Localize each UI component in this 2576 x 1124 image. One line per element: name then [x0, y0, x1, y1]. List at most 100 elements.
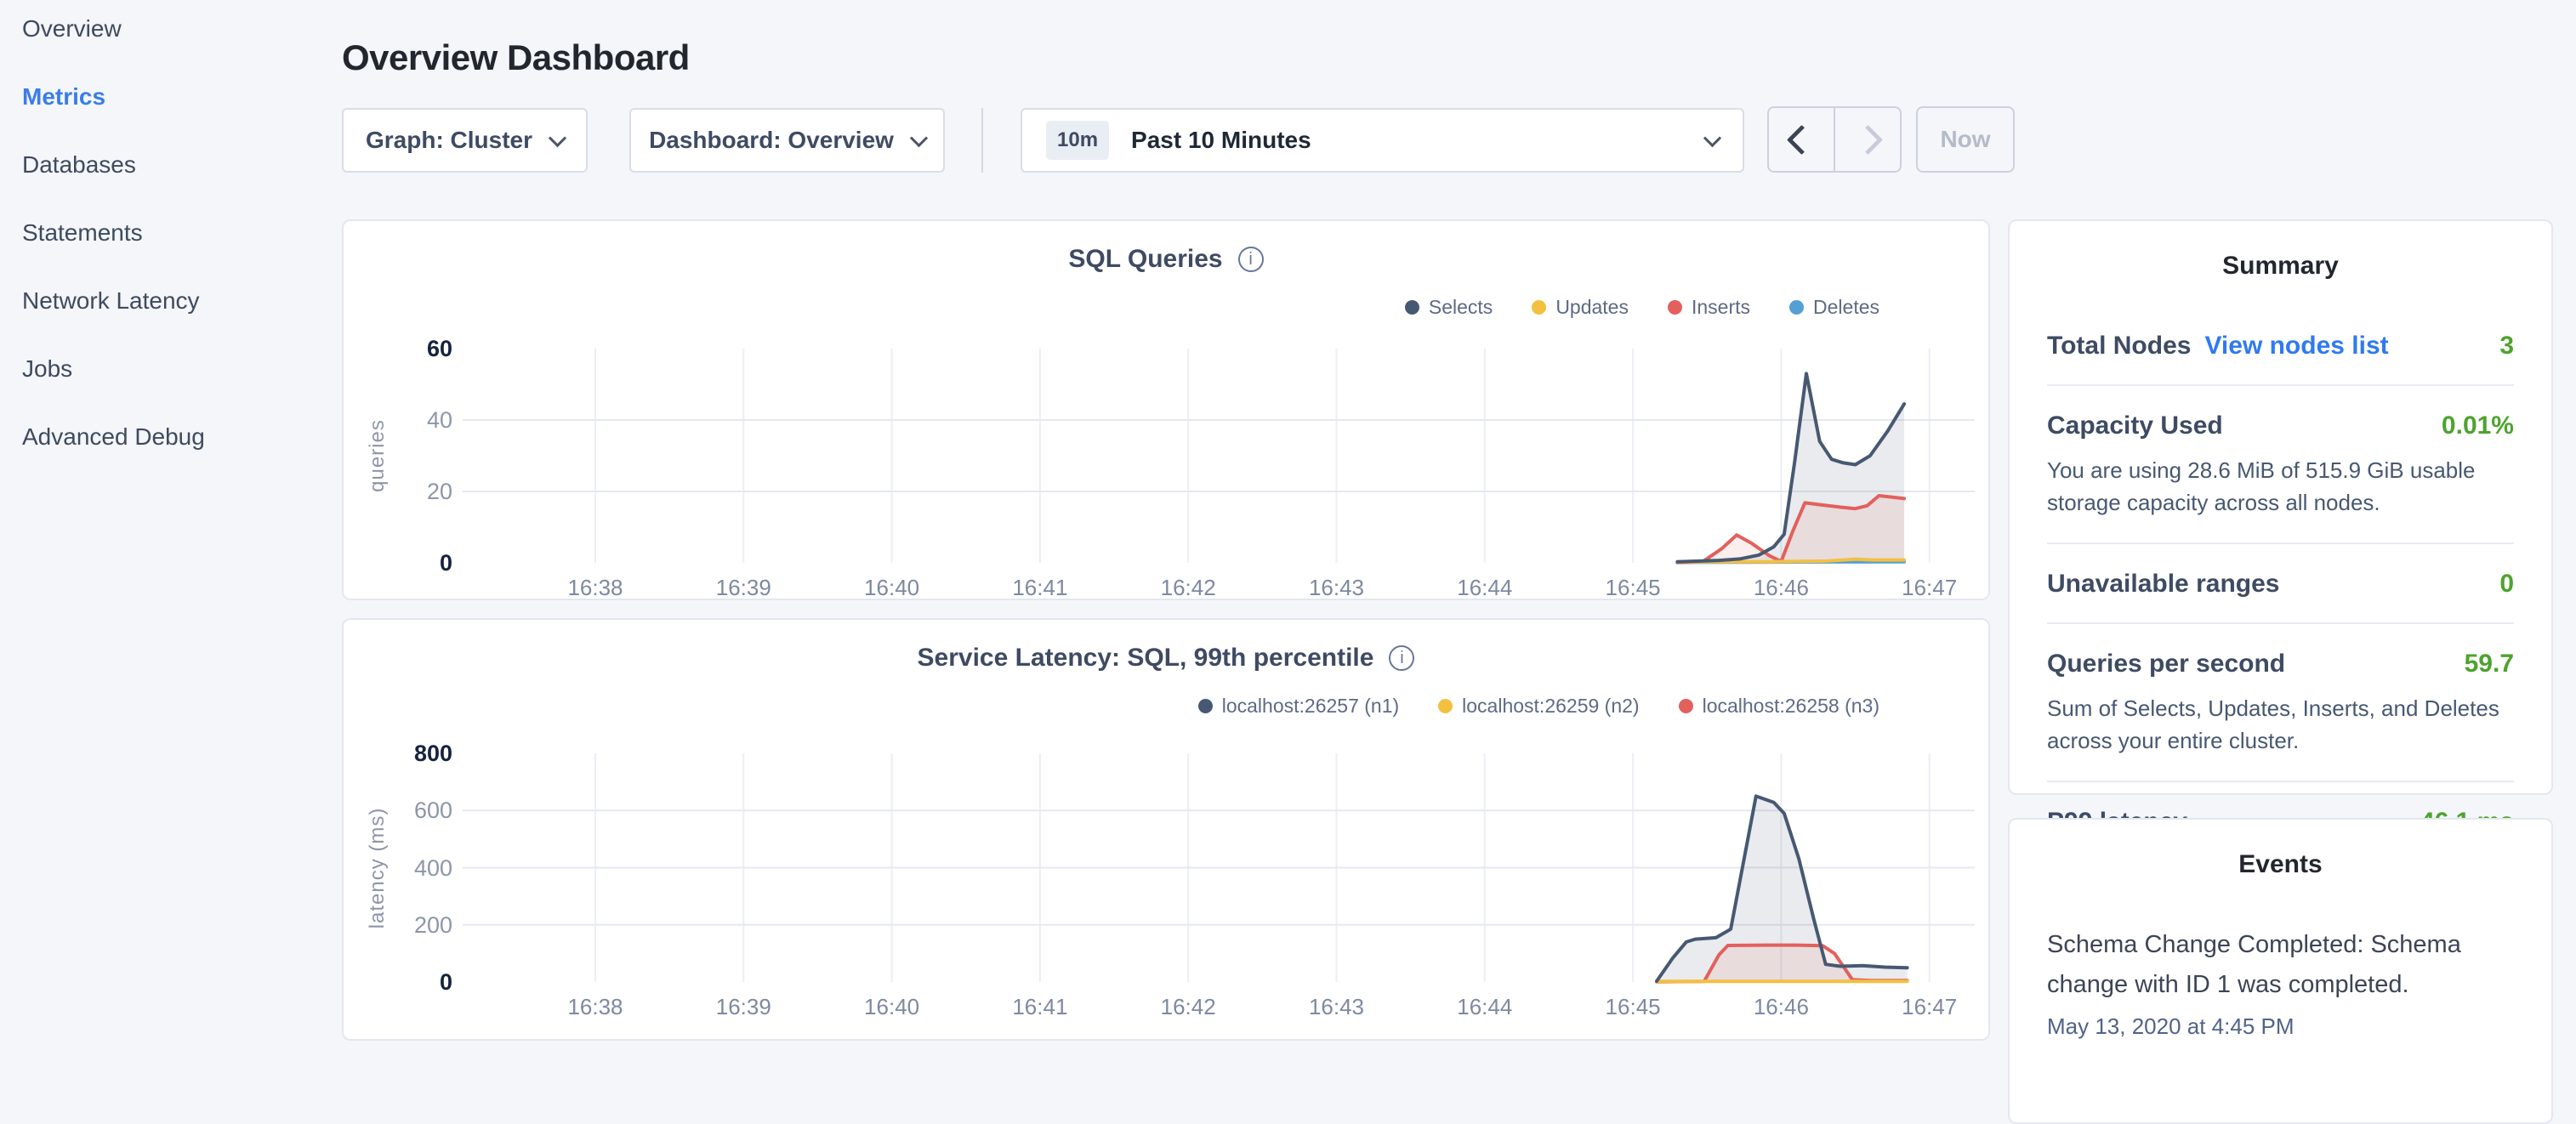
- legend-label: Inserts: [1692, 296, 1750, 319]
- sidebar-item-network-latency[interactable]: Network Latency: [22, 289, 328, 313]
- x-axis-tick: 16:40: [833, 575, 952, 601]
- x-axis-tick: 16:38: [536, 994, 655, 1020]
- summary-row-head: Capacity Used0.01%: [2047, 412, 2514, 440]
- sql-queries-chart: [344, 221, 1992, 602]
- legend-dot-icon: [1532, 300, 1546, 315]
- y-axis-label: latency (ms): [366, 776, 390, 960]
- summary-value: 0: [2499, 570, 2514, 599]
- legend-label: localhost:26259 (n2): [1462, 695, 1639, 718]
- x-axis-tick: 16:40: [833, 994, 952, 1020]
- chevron-right-icon: [1852, 124, 1882, 154]
- x-axis-tick: 16:41: [981, 994, 1100, 1020]
- x-axis-tick: 16:41: [981, 575, 1100, 601]
- events-title: Events: [2010, 850, 2551, 879]
- summary-rows: Total Nodes View nodes list 3 Capacity Used…: [2010, 306, 2551, 860]
- x-axis-tick: 16:39: [684, 994, 803, 1020]
- legend-label: Deletes: [1813, 296, 1879, 319]
- time-range-label: Past 10 Minutes: [1131, 127, 1684, 154]
- legend-dot-icon: [1679, 699, 1693, 713]
- sidebar-nav: Overview Metrics Databases Statements Networ…: [22, 17, 328, 493]
- summary-label: Total Nodes: [2047, 332, 2191, 360]
- summary-value: 0.01%: [2442, 412, 2514, 440]
- y-axis-tick: 0: [361, 550, 452, 576]
- chart-legend: localhost:26257 (n1) localhost:26259 (n2)…: [1198, 695, 1879, 718]
- service-latency-chart: [344, 620, 1992, 1042]
- sidebar-item-jobs[interactable]: Jobs: [22, 357, 328, 381]
- events-list: Schema Change Completed: Schema change w…: [2010, 925, 2551, 1040]
- time-range-dropdown[interactable]: 10m Past 10 Minutes: [1021, 108, 1744, 173]
- legend-label: localhost:26257 (n1): [1222, 695, 1399, 718]
- summary-description: You are using 28.6 MiB of 515.9 GiB usab…: [2047, 454, 2514, 519]
- summary-row-head: Unavailable ranges 0: [2047, 570, 2514, 599]
- summary-value: 3: [2499, 332, 2514, 360]
- service-latency-chart-card: Service Latency: SQL, 99th percentile i …: [342, 618, 1990, 1041]
- view-nodes-link[interactable]: View nodes list: [2204, 332, 2388, 360]
- summary-row-head: Queries per second59.7: [2047, 650, 2514, 678]
- sidebar-item-databases[interactable]: Databases: [22, 153, 328, 177]
- legend-item[interactable]: localhost:26257 (n1): [1198, 695, 1399, 718]
- dashboard-label: Dashboard: Overview: [649, 127, 894, 154]
- info-icon[interactable]: i: [1389, 645, 1414, 671]
- summary-row-head: Total Nodes View nodes list 3: [2047, 332, 2514, 360]
- page-title: Overview Dashboard: [342, 37, 690, 78]
- x-axis-tick: 16:44: [1425, 994, 1544, 1020]
- legend-label: Updates: [1555, 296, 1629, 319]
- time-range-badge: 10m: [1046, 121, 1109, 160]
- y-axis-tick: 0: [361, 969, 452, 995]
- x-axis-tick: 16:42: [1129, 994, 1248, 1020]
- dashboard-dropdown[interactable]: Dashboard: Overview: [629, 108, 945, 173]
- y-axis-tick: 60: [361, 336, 452, 361]
- legend-dot-icon: [1198, 699, 1213, 713]
- chart-title: Service Latency: SQL, 99th percentile: [918, 644, 1374, 673]
- summary-label: Queries per second: [2047, 650, 2285, 678]
- sidebar-item-metrics[interactable]: Metrics: [22, 85, 328, 109]
- chevron-down-icon: [910, 129, 928, 147]
- graph-scope-dropdown[interactable]: Graph: Cluster: [342, 108, 588, 173]
- chevron-left-icon: [1786, 124, 1816, 154]
- time-step-buttons: [1767, 106, 1902, 173]
- summary-description: Sum of Selects, Updates, Inserts, and De…: [2047, 692, 2514, 757]
- x-axis-tick: 16:46: [1721, 575, 1840, 601]
- x-axis-tick: 16:45: [1573, 575, 1692, 601]
- sidebar-item-overview[interactable]: Overview: [22, 17, 328, 41]
- legend-item[interactable]: Inserts: [1668, 296, 1750, 319]
- summary-row: Unavailable ranges 0: [2047, 542, 2514, 622]
- now-button[interactable]: Now: [1916, 106, 2015, 173]
- x-axis-tick: 16:47: [1870, 994, 1989, 1020]
- legend-item[interactable]: Deletes: [1789, 296, 1879, 319]
- summary-panel: Summary Total Nodes View nodes list 3 Capac…: [2008, 219, 2553, 795]
- x-axis-tick: 16:43: [1277, 575, 1396, 601]
- chevron-down-icon: [1703, 129, 1721, 147]
- info-icon[interactable]: i: [1238, 247, 1264, 272]
- graph-scope-label: Graph: Cluster: [366, 127, 532, 154]
- sidebar-item-advanced-debug[interactable]: Advanced Debug: [22, 425, 328, 449]
- legend-item[interactable]: Updates: [1532, 296, 1629, 319]
- chart-legend: Selects Updates Inserts Deletes: [1405, 296, 1879, 319]
- y-axis-tick: 800: [361, 741, 452, 766]
- legend-label: Selects: [1429, 296, 1493, 319]
- db-console-app: Overview Metrics Databases Statements Networ…: [0, 0, 2576, 1051]
- summary-row: Total Nodes View nodes list 3: [2047, 306, 2514, 384]
- legend-dot-icon: [1405, 300, 1419, 315]
- controls-divider: [981, 108, 983, 173]
- summary-title: Summary: [2010, 252, 2551, 281]
- chart-title: SQL Queries: [1068, 245, 1222, 274]
- x-axis-tick: 16:47: [1870, 575, 1989, 601]
- legend-item[interactable]: localhost:26258 (n3): [1679, 695, 1879, 718]
- legend-dot-icon: [1789, 300, 1804, 315]
- prev-time-button[interactable]: [1769, 108, 1835, 171]
- summary-row: Capacity Used0.01% You are using 28.6 MiB…: [2047, 384, 2514, 542]
- x-axis-tick: 16:39: [684, 575, 803, 601]
- x-axis-tick: 16:38: [536, 575, 655, 601]
- next-time-button[interactable]: [1835, 108, 1900, 171]
- legend-dot-icon: [1668, 300, 1682, 315]
- legend-label: localhost:26258 (n3): [1703, 695, 1879, 718]
- legend-item[interactable]: localhost:26259 (n2): [1438, 695, 1639, 718]
- sidebar-item-statements[interactable]: Statements: [22, 221, 328, 245]
- legend-item[interactable]: Selects: [1405, 296, 1493, 319]
- y-axis-label: queries: [366, 364, 390, 548]
- events-panel: Events Schema Change Completed: Schema c…: [2008, 818, 2553, 1124]
- x-axis-tick: 16:43: [1277, 994, 1396, 1020]
- summary-label: Unavailable ranges: [2047, 570, 2279, 599]
- event-timestamp: May 13, 2020 at 4:45 PM: [2047, 1013, 2514, 1040]
